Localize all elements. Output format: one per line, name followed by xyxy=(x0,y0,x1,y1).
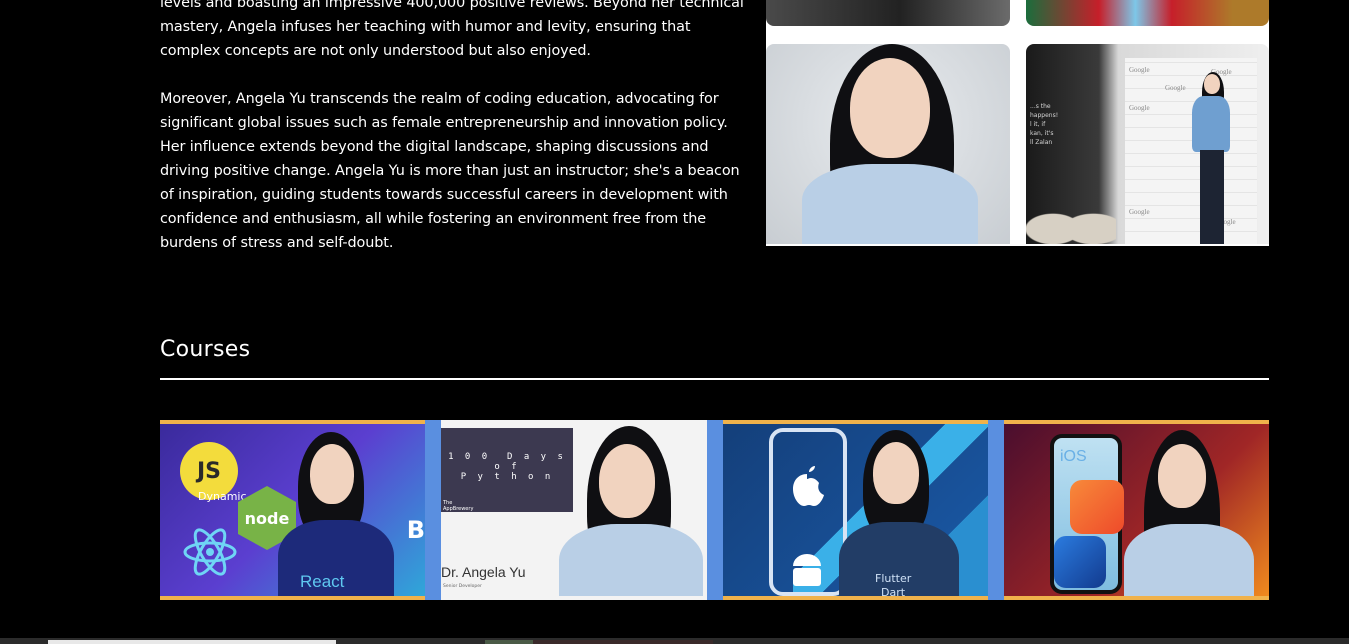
swift-icon xyxy=(1070,480,1124,534)
course-card-flutter-dart[interactable]: Flutter Dart xyxy=(723,420,988,600)
appbrewery-label: The AppBrewery xyxy=(443,500,474,512)
gallery-photo-bw-portrait xyxy=(766,0,1010,26)
instructor-face xyxy=(599,444,655,518)
instructor-shirt xyxy=(559,524,703,596)
course-card-100-days-python[interactable]: 1 0 0 D a y s o f P y t h o n The AppBre… xyxy=(441,420,707,600)
speaker-shirt xyxy=(1192,96,1230,152)
ios-label: iOS xyxy=(1060,448,1087,465)
course-card-ios-swift[interactable]: iOS xyxy=(1004,420,1269,600)
python-title-box: 1 0 0 D a y s o f P y t h o n The AppBre… xyxy=(441,428,573,512)
instructor-face xyxy=(1158,444,1206,508)
dynamic-label: Dynamic xyxy=(198,490,247,503)
google-backdrop: Google Google Google Google Google Googl… xyxy=(1125,58,1257,244)
page: levels and boasting an impressive 400,00… xyxy=(0,0,1349,644)
stage-chairs xyxy=(1026,194,1116,244)
bootstrap-letter: B xyxy=(406,516,425,544)
instructor-name: Dr. Angela Yu xyxy=(441,564,526,580)
gallery-photo-stage-talk: ...s the happens! l it, if kan, it's ll … xyxy=(1026,44,1269,244)
instructor-face xyxy=(873,442,919,504)
python-course-title: 1 0 0 D a y s o f P y t h o n xyxy=(448,452,566,482)
bio-paragraph-1: levels and boasting an impressive 400,00… xyxy=(160,0,744,59)
gallery-photo-colorful xyxy=(1026,0,1269,26)
google-logo-text: Google xyxy=(1129,104,1150,112)
react-icon xyxy=(183,528,237,576)
instructor-face xyxy=(310,444,354,504)
bio-paragraph-2: Moreover, Angela Yu transcends the realm… xyxy=(160,91,740,251)
portrait-shirt xyxy=(802,164,978,244)
course-card-web-development[interactable]: JS Dynamic node React B xyxy=(160,420,425,600)
bottom-bar-segment xyxy=(48,640,336,644)
bottom-bar-segment xyxy=(533,640,713,644)
courses-list: JS Dynamic node React B 1 0 0 D a y s o … xyxy=(160,420,1269,600)
android-icon xyxy=(793,554,821,586)
instructor-title: Senior Developer xyxy=(443,584,482,589)
stage-screen-text: ...s the happens! l it, if kan, it's ll … xyxy=(1030,103,1059,146)
courses-heading: Courses xyxy=(160,337,251,362)
google-logo-text: Google xyxy=(1129,66,1150,74)
google-logo-text: Google xyxy=(1129,208,1150,216)
apple-icon xyxy=(793,466,824,506)
instructor-shirt xyxy=(1124,524,1254,596)
flutter-label: Flutter xyxy=(875,572,912,585)
gallery-photo-headshot xyxy=(766,44,1010,244)
bottom-bar-segment xyxy=(485,640,533,644)
swiftui-icon xyxy=(1054,536,1106,588)
portrait-face xyxy=(850,58,930,158)
speaker-jeans xyxy=(1200,150,1224,244)
google-logo-text: Google xyxy=(1165,84,1186,92)
courses-divider xyxy=(160,378,1269,380)
dart-label: Dart xyxy=(881,586,906,599)
photo-gallery: ...s the happens! l it, if kan, it's ll … xyxy=(766,0,1269,246)
bio-section: levels and boasting an impressive 400,00… xyxy=(160,0,750,255)
react-label: React xyxy=(300,572,345,591)
speaker-face xyxy=(1204,74,1220,94)
